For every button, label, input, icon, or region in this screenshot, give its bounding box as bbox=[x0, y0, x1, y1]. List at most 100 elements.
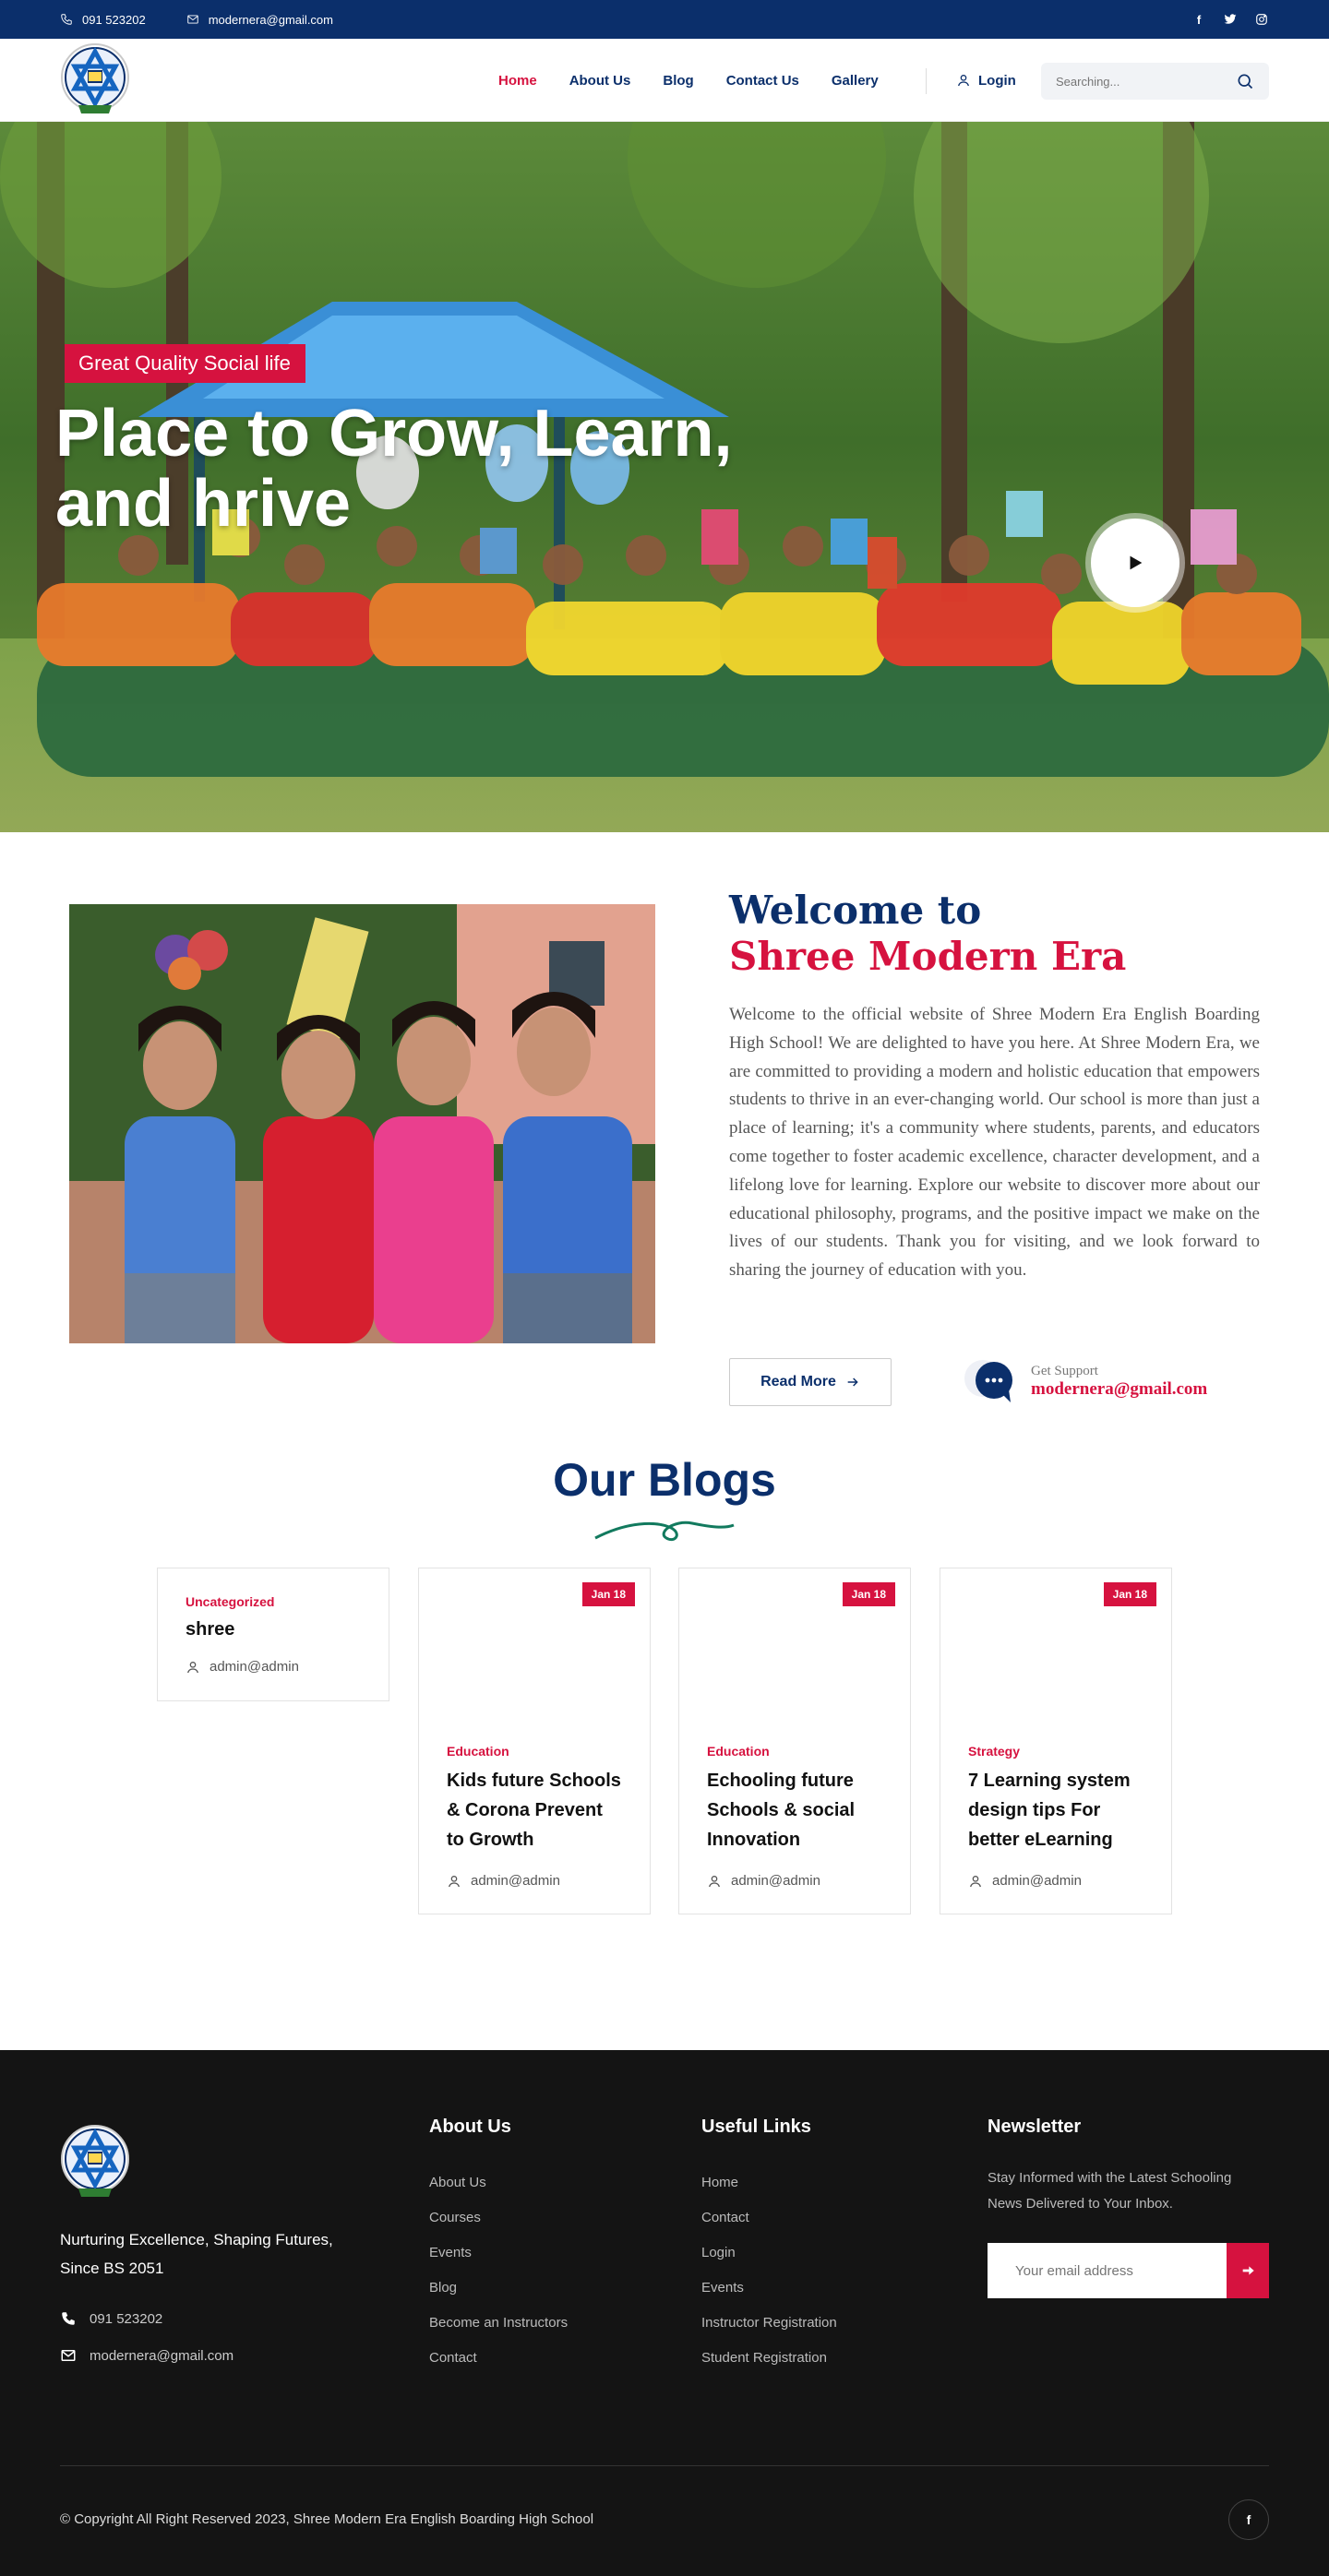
blog-category[interactable]: Education bbox=[447, 1744, 622, 1759]
top-bar: 091 523202 modernera@gmail.com f bbox=[0, 0, 1329, 39]
footer-tagline: Nurturing Excellence, Shaping Futures, S… bbox=[60, 2231, 333, 2277]
blog-card[interactable]: Uncategorized shree admin@admin bbox=[157, 1568, 389, 1701]
footer-link[interactable]: Home bbox=[701, 2165, 837, 2200]
blog-category[interactable]: Education bbox=[707, 1744, 882, 1759]
blog-card[interactable]: Jan 18 Strategy 7 Learning system design… bbox=[940, 1568, 1172, 1914]
search-input[interactable] bbox=[1056, 74, 1222, 89]
newsletter-email-input[interactable] bbox=[988, 2243, 1227, 2298]
blog-date-badge: Jan 18 bbox=[1103, 1582, 1156, 1606]
support-email[interactable]: modernera@gmail.com bbox=[1031, 1379, 1207, 1400]
footer-phone[interactable]: 091 523202 bbox=[60, 2310, 162, 2327]
footer-link[interactable]: Blog bbox=[429, 2271, 568, 2306]
welcome-heading-line2: Shree Modern Era bbox=[729, 934, 1127, 979]
blog-category[interactable]: Uncategorized bbox=[186, 1594, 361, 1609]
nav-home[interactable]: Home bbox=[498, 73, 537, 89]
footer-newsletter-column: Newsletter Stay Informed with the Latest… bbox=[988, 2117, 1269, 2298]
user-icon bbox=[449, 1875, 460, 1887]
user-icon bbox=[958, 75, 969, 87]
login-label: Login bbox=[978, 72, 1016, 89]
welcome-heading-line1: Welcome to bbox=[729, 888, 982, 933]
footer-link[interactable]: Courses bbox=[429, 2200, 568, 2236]
blog-author-name: admin@admin bbox=[731, 1873, 820, 1889]
blog-author: admin@admin bbox=[186, 1659, 361, 1675]
nav-about-us[interactable]: About Us bbox=[569, 73, 631, 89]
title-underline-swirl bbox=[594, 1521, 735, 1541]
support-contact: Get Support modernera@gmail.com bbox=[964, 1356, 1207, 1406]
footer-link[interactable]: Events bbox=[429, 2236, 568, 2271]
phone-icon bbox=[61, 14, 72, 25]
blog-title[interactable]: Echooling future Schools & social Innova… bbox=[707, 1766, 882, 1854]
facebook-icon[interactable]: f bbox=[1191, 12, 1206, 27]
site-footer: Nurturing Excellence, Shaping Futures, S… bbox=[0, 2050, 1329, 2576]
facebook-icon[interactable]: f bbox=[1228, 2499, 1269, 2540]
blog-date-badge: Jan 18 bbox=[581, 1582, 635, 1606]
footer-about-title: About Us bbox=[429, 2117, 511, 2137]
blog-card[interactable]: Jan 18 Education Kids future Schools & C… bbox=[418, 1568, 651, 1914]
phone-icon bbox=[62, 2312, 75, 2325]
footer-link[interactable]: Events bbox=[701, 2271, 837, 2306]
login-button[interactable]: Login bbox=[956, 39, 1016, 122]
footer-about-column: About Us About Us Courses Events Blog Be… bbox=[429, 2117, 568, 2376]
nav-blog[interactable]: Blog bbox=[663, 73, 693, 89]
newsletter-submit-button[interactable] bbox=[1227, 2243, 1269, 2298]
blog-category[interactable]: Strategy bbox=[968, 1744, 1143, 1759]
main-nav: Home About Us Blog Contact Us Gallery bbox=[498, 39, 879, 122]
footer-link[interactable]: Student Registration bbox=[701, 2341, 837, 2376]
nav-divider bbox=[926, 68, 927, 94]
blog-author: admin@admin bbox=[707, 1873, 882, 1889]
nav-gallery[interactable]: Gallery bbox=[832, 73, 879, 89]
footer-link[interactable]: Contact bbox=[701, 2200, 837, 2236]
blog-author: admin@admin bbox=[968, 1873, 1143, 1889]
search-box bbox=[1041, 63, 1269, 100]
blog-date-badge: Jan 18 bbox=[842, 1582, 895, 1606]
search-icon[interactable] bbox=[1236, 72, 1254, 90]
user-icon bbox=[709, 1875, 720, 1887]
welcome-body: Welcome to the official website of Shree… bbox=[729, 1005, 1260, 1281]
footer-useful-column: Useful Links Home Contact Login Events I… bbox=[701, 2117, 837, 2376]
school-logo[interactable] bbox=[60, 42, 130, 118]
support-label: Get Support bbox=[1031, 1363, 1098, 1378]
read-more-label: Read More bbox=[760, 1374, 836, 1389]
copyright-text: © Copyright All Right Reserved 2023, Shr… bbox=[60, 2511, 594, 2527]
nav-contact-us[interactable]: Contact Us bbox=[726, 73, 799, 89]
footer-email[interactable]: modernera@gmail.com bbox=[60, 2347, 233, 2364]
footer-divider bbox=[60, 2465, 1269, 2466]
blog-title[interactable]: Kids future Schools & Corona Prevent to … bbox=[447, 1766, 622, 1854]
topbar-phone[interactable]: 091 523202 bbox=[60, 13, 146, 27]
blog-card[interactable]: Jan 18 Education Echooling future School… bbox=[678, 1568, 911, 1914]
read-more-button[interactable]: Read More bbox=[729, 1358, 892, 1406]
mail-icon bbox=[186, 15, 198, 24]
blog-author-name: admin@admin bbox=[992, 1873, 1082, 1889]
blogs-section: Our Blogs Uncategorized shree admin@admi… bbox=[0, 1437, 1329, 2050]
blog-author-name: admin@admin bbox=[210, 1659, 299, 1675]
topbar-email[interactable]: modernera@gmail.com bbox=[186, 13, 333, 27]
footer-link[interactable]: Contact bbox=[429, 2341, 568, 2376]
arrow-right-icon bbox=[847, 1377, 858, 1387]
blog-author-name: admin@admin bbox=[471, 1873, 560, 1889]
footer-link[interactable]: Become an Instructors bbox=[429, 2306, 568, 2341]
footer-useful-title: Useful Links bbox=[701, 2117, 811, 2137]
chat-bubble-icon bbox=[964, 1356, 1020, 1406]
instagram-icon[interactable] bbox=[1254, 12, 1269, 27]
footer-email-text: modernera@gmail.com bbox=[90, 2347, 234, 2364]
blog-title[interactable]: shree bbox=[186, 1615, 361, 1644]
blog-title[interactable]: 7 Learning system design tips For better… bbox=[968, 1766, 1143, 1854]
footer-logo[interactable] bbox=[60, 2124, 130, 2203]
user-icon bbox=[187, 1661, 198, 1673]
mail-icon bbox=[61, 2350, 76, 2361]
hero-tag: Great Quality Social life bbox=[65, 344, 305, 383]
footer-phone-text: 091 523202 bbox=[90, 2310, 163, 2327]
topbar-phone-text: 091 523202 bbox=[82, 12, 146, 27]
twitter-icon[interactable] bbox=[1223, 12, 1238, 27]
footer-link[interactable]: About Us bbox=[429, 2165, 568, 2200]
newsletter-form bbox=[988, 2243, 1269, 2298]
students-photo bbox=[69, 904, 655, 1343]
play-video-button[interactable] bbox=[1091, 519, 1179, 607]
footer-link[interactable]: Instructor Registration bbox=[701, 2306, 837, 2341]
footer-link[interactable]: Login bbox=[701, 2236, 837, 2271]
blogs-title: Our Blogs bbox=[553, 1454, 776, 1506]
play-icon bbox=[1130, 555, 1143, 570]
blog-author: admin@admin bbox=[447, 1873, 622, 1889]
site-header: Home About Us Blog Contact Us Gallery Lo… bbox=[0, 39, 1329, 122]
hero-banner: Great Quality Social life Place to Grow,… bbox=[0, 122, 1329, 832]
